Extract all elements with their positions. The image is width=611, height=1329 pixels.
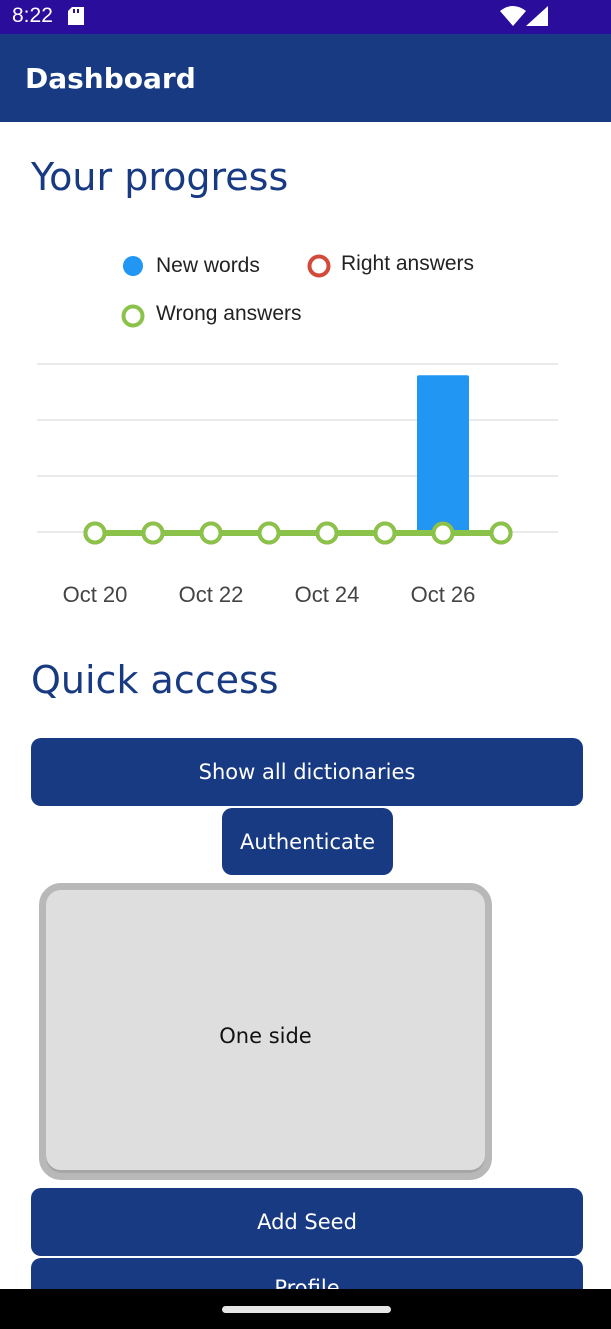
add-seed-button[interactable]: Add Seed <box>31 1188 583 1256</box>
flashcard[interactable]: One side <box>39 883 492 1180</box>
legend-right-answers-label: Right answers <box>341 252 475 275</box>
show-all-dictionaries-button[interactable]: Show all dictionaries <box>31 738 583 806</box>
legend-wrong-answers-label: Wrong answers <box>156 302 302 325</box>
x-tick-label: Oct 26 <box>411 582 476 607</box>
legend-new-words-dot <box>123 256 143 276</box>
status-time: 8:22 <box>12 4 53 27</box>
point-wrong-answers <box>199 521 223 545</box>
point-wrong-answers <box>141 521 165 545</box>
quick-access-title: Quick access <box>31 658 279 702</box>
point-wrong-answers <box>315 521 339 545</box>
x-tick-label: Oct 24 <box>295 582 360 607</box>
wifi-icon <box>500 6 526 26</box>
point-wrong-answers <box>373 521 397 545</box>
app-title: Dashboard <box>25 62 196 95</box>
home-gesture-handle[interactable] <box>222 1306 391 1313</box>
app-bar: Dashboard <box>0 34 611 122</box>
signal-icon <box>526 6 548 26</box>
status-bar: 8:22 <box>0 0 611 34</box>
progress-title: Your progress <box>31 155 289 199</box>
sd-card-icon <box>68 7 84 25</box>
point-wrong-answers <box>83 521 107 545</box>
x-tick-label: Oct 20 <box>63 582 128 607</box>
point-wrong-answers <box>257 521 281 545</box>
flashcard-text: One side <box>219 1024 312 1048</box>
system-navigation-bar <box>0 1289 611 1329</box>
point-wrong-answers <box>489 521 513 545</box>
point-wrong-answers <box>431 521 455 545</box>
bar-new-words <box>417 375 469 532</box>
legend-right-answers-dot <box>307 254 331 278</box>
legend-wrong-answers-dot <box>121 304 145 328</box>
authenticate-button[interactable]: Authenticate <box>222 808 393 875</box>
progress-chart: Oct 20 Oct 22 Oct 24 Oct 26 <box>37 363 558 607</box>
legend-new-words-label: New words <box>156 254 260 277</box>
x-tick-label: Oct 22 <box>179 582 244 607</box>
